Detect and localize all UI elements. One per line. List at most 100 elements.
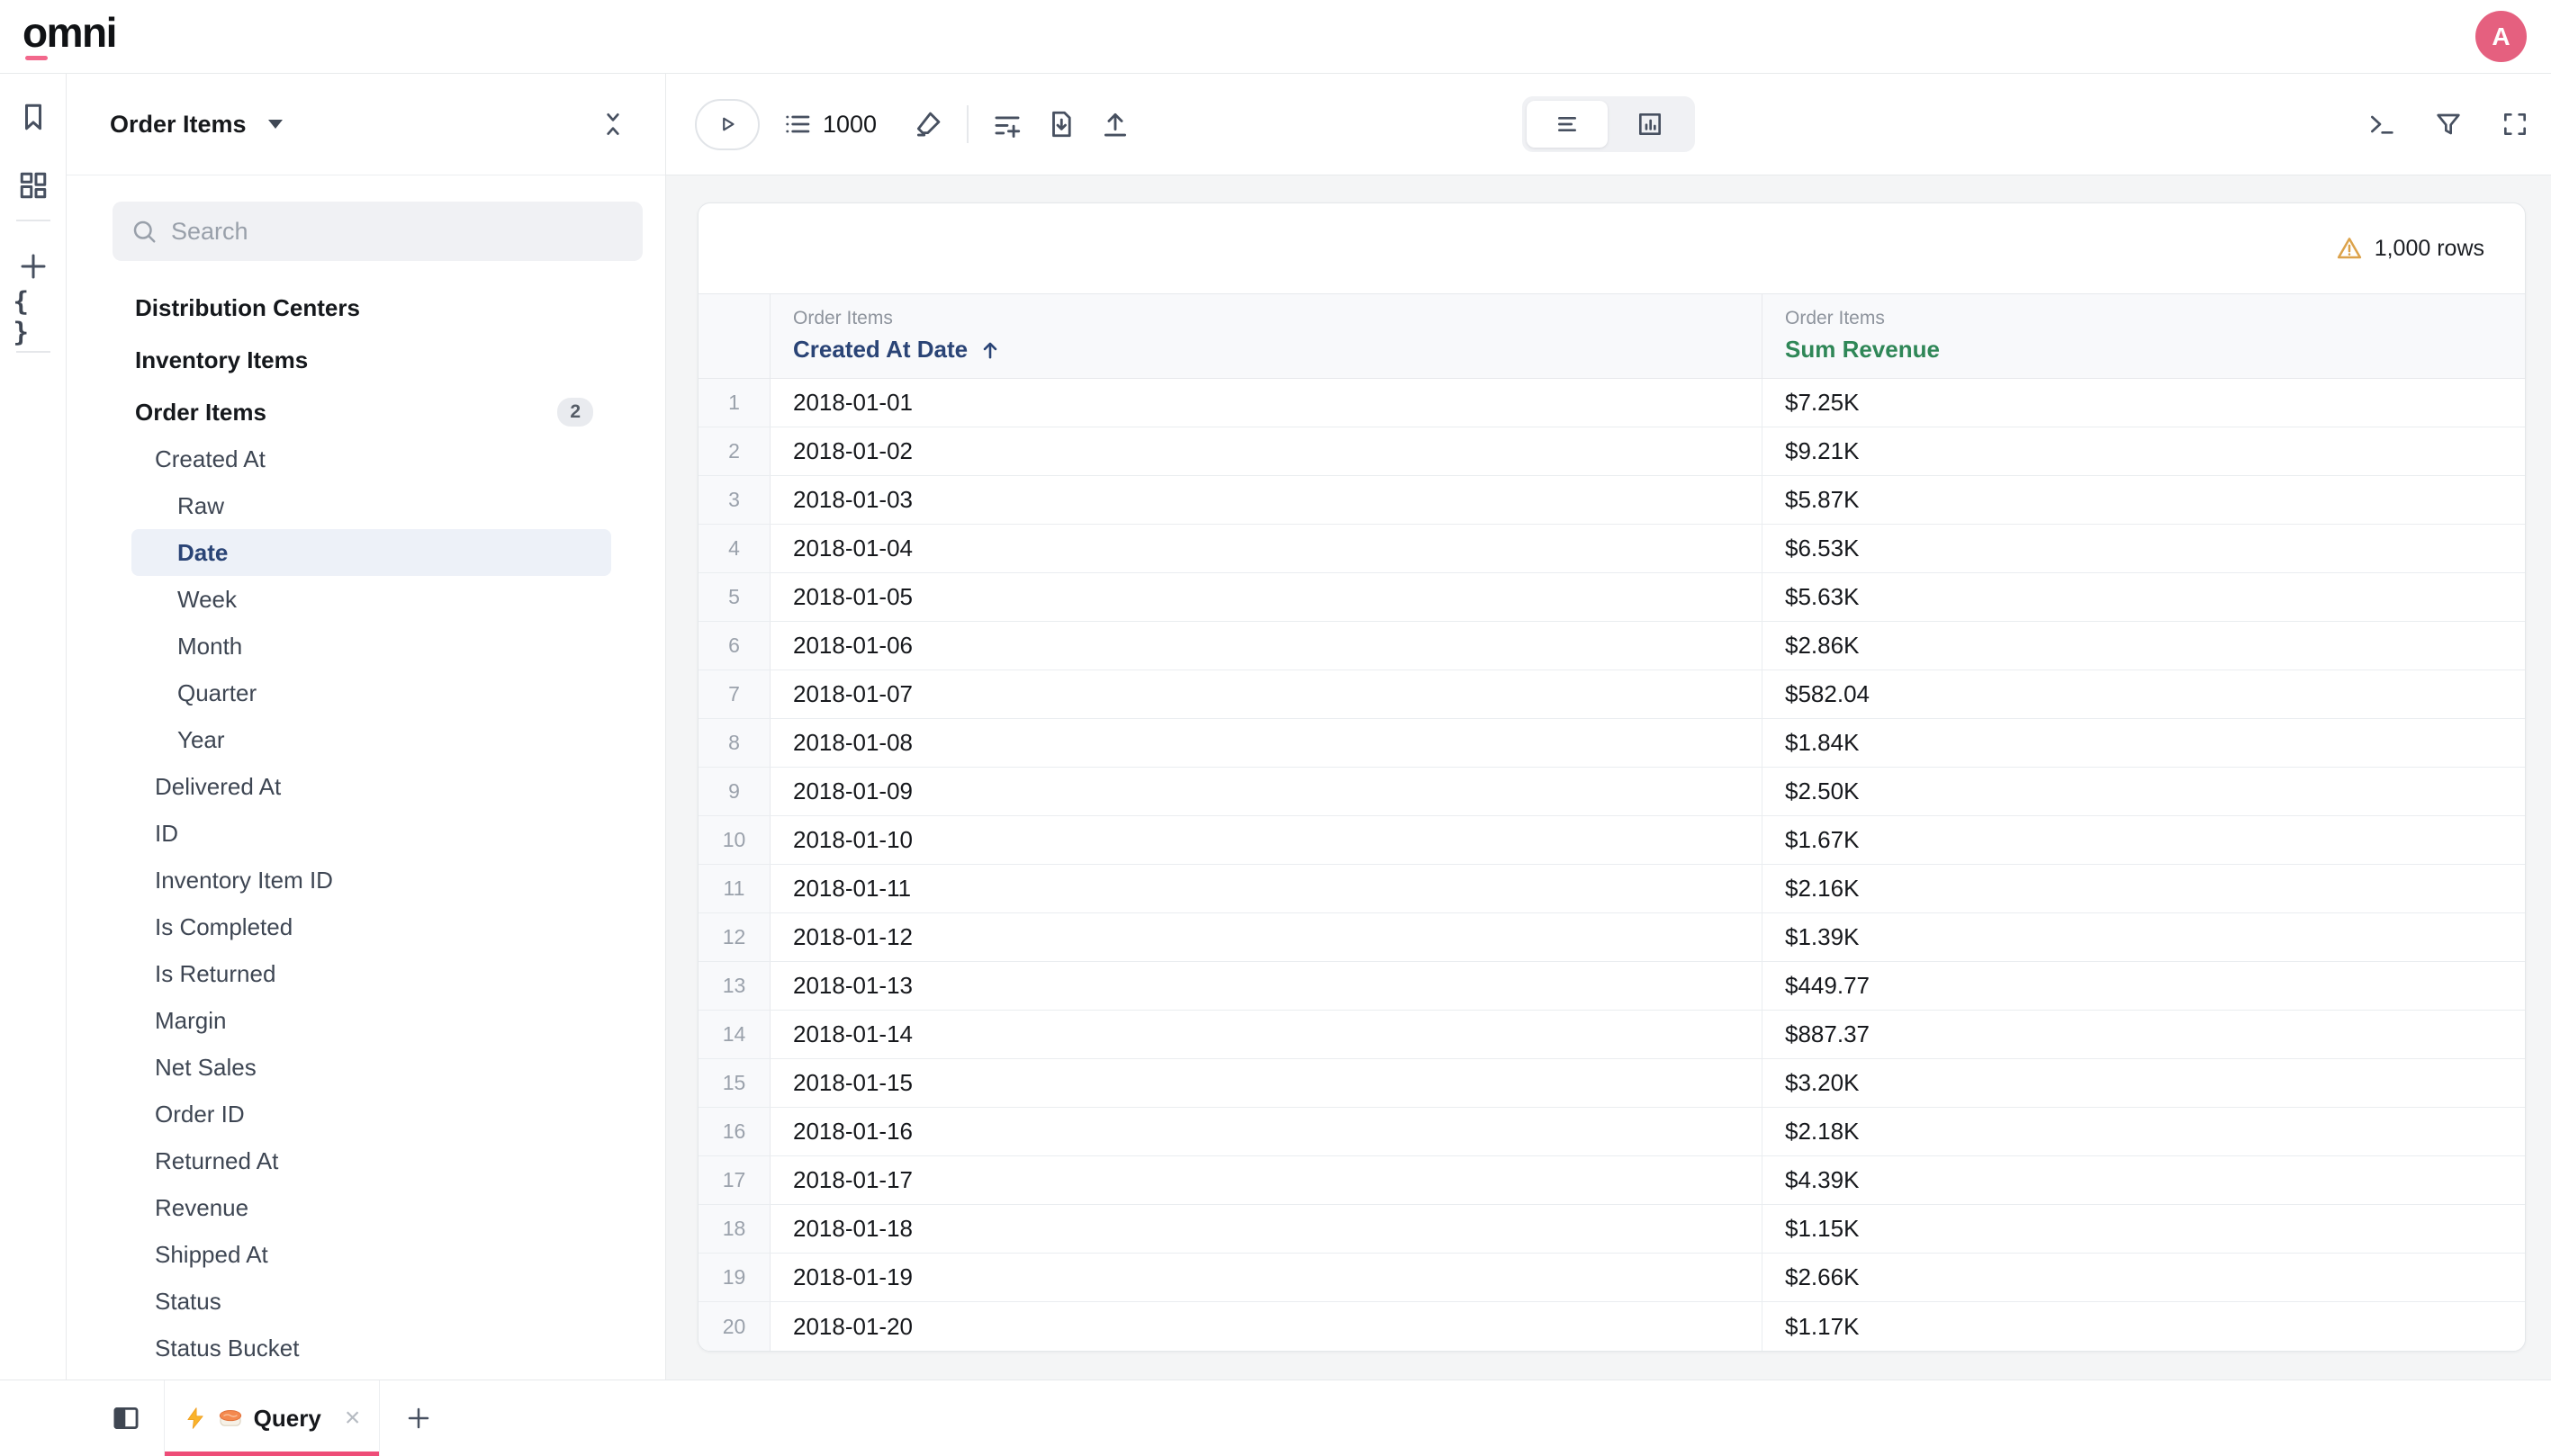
table-view-button[interactable] [1527, 101, 1608, 148]
sidebar-item-shipped-at[interactable]: Shipped At [131, 1231, 611, 1278]
sum-revenue-cell[interactable]: $2.16K [1762, 865, 2525, 912]
sum-revenue-cell[interactable]: $5.63K [1762, 573, 2525, 621]
column-header-created-at-date[interactable]: Order ItemsCreated At Date [771, 294, 1762, 378]
sidebar-item-is-returned[interactable]: Is Returned [131, 950, 611, 997]
sum-revenue-cell[interactable]: $2.66K [1762, 1254, 2525, 1301]
sum-revenue-cell[interactable]: $1.39K [1762, 913, 2525, 961]
omni-logo[interactable]: omni [23, 12, 116, 62]
sidebar-item-created-at[interactable]: Created At [131, 436, 611, 482]
created-at-date-cell[interactable]: 2018-01-18 [771, 1205, 1762, 1253]
sidebar-item-margin[interactable]: Margin [131, 997, 611, 1044]
created-at-date-cell[interactable]: 2018-01-05 [771, 573, 1762, 621]
sum-revenue-cell[interactable]: $9.21K [1762, 427, 2525, 475]
row-number-cell[interactable]: 8 [699, 719, 771, 767]
run-query-button[interactable] [695, 99, 760, 150]
sum-revenue-cell[interactable]: $1.17K [1762, 1302, 2525, 1351]
user-avatar[interactable]: A [2475, 11, 2527, 62]
sum-revenue-cell[interactable]: $1.84K [1762, 719, 2525, 767]
sum-revenue-cell[interactable]: $3.20K [1762, 1059, 2525, 1107]
created-at-date-cell[interactable]: 2018-01-20 [771, 1302, 1762, 1351]
sum-revenue-cell[interactable]: $2.50K [1762, 768, 2525, 815]
row-number-cell[interactable]: 4 [699, 525, 771, 572]
row-number-cell[interactable]: 19 [699, 1254, 771, 1301]
row-number-cell[interactable]: 7 [699, 670, 771, 718]
created-at-date-cell[interactable]: 2018-01-04 [771, 525, 1762, 572]
search-box[interactable] [113, 202, 643, 261]
row-limit-control[interactable]: 1000 [783, 110, 877, 139]
search-input[interactable] [171, 218, 625, 246]
created-at-date-cell[interactable]: 2018-01-01 [771, 379, 1762, 427]
created-at-date-cell[interactable]: 2018-01-02 [771, 427, 1762, 475]
sum-revenue-cell[interactable]: $582.04 [1762, 670, 2525, 718]
query-tab[interactable]: Query × [164, 1380, 380, 1456]
row-number-cell[interactable]: 11 [699, 865, 771, 912]
topic-selector[interactable]: Order Items [110, 111, 283, 139]
created-at-date-cell[interactable]: 2018-01-14 [771, 1011, 1762, 1058]
created-at-date-cell[interactable]: 2018-01-08 [771, 719, 1762, 767]
sum-revenue-cell[interactable]: $7.25K [1762, 379, 2525, 427]
created-at-date-cell[interactable]: 2018-01-12 [771, 913, 1762, 961]
filters-button[interactable] [2434, 110, 2463, 139]
created-at-date-cell[interactable]: 2018-01-09 [771, 768, 1762, 815]
sidebar-item-month[interactable]: Month [131, 623, 611, 670]
add-filter-button[interactable] [992, 109, 1023, 139]
sidebar-item-year[interactable]: Year [131, 716, 611, 763]
sum-revenue-cell[interactable]: $2.86K [1762, 622, 2525, 670]
row-number-cell[interactable]: 10 [699, 816, 771, 864]
row-number-cell[interactable]: 17 [699, 1156, 771, 1204]
created-at-date-cell[interactable]: 2018-01-10 [771, 816, 1762, 864]
column-header-sum-revenue[interactable]: Order ItemsSum Revenue [1762, 294, 2525, 378]
clear-query-button[interactable] [913, 109, 943, 139]
row-count-badge[interactable]: 1,000 rows [2336, 235, 2484, 262]
sidebar-item-distribution-centers[interactable]: Distribution Centers [131, 284, 611, 331]
row-number-cell[interactable]: 15 [699, 1059, 771, 1107]
sum-revenue-cell[interactable]: $449.77 [1762, 962, 2525, 1010]
row-number-cell[interactable]: 5 [699, 573, 771, 621]
sidebar-item-status[interactable]: Status [131, 1278, 611, 1325]
created-at-date-cell[interactable]: 2018-01-15 [771, 1059, 1762, 1107]
sum-revenue-cell[interactable]: $2.18K [1762, 1108, 2525, 1155]
created-at-date-cell[interactable]: 2018-01-11 [771, 865, 1762, 912]
row-number-cell[interactable]: 14 [699, 1011, 771, 1058]
row-number-cell[interactable]: 13 [699, 962, 771, 1010]
created-at-date-cell[interactable]: 2018-01-17 [771, 1156, 1762, 1204]
new-tab-button[interactable] [405, 1405, 432, 1432]
created-at-date-cell[interactable]: 2018-01-06 [771, 622, 1762, 670]
plus-icon[interactable] [14, 247, 53, 286]
created-at-date-cell[interactable]: 2018-01-13 [771, 962, 1762, 1010]
row-number-cell[interactable]: 6 [699, 622, 771, 670]
row-number-cell[interactable]: 12 [699, 913, 771, 961]
sum-revenue-cell[interactable]: $1.15K [1762, 1205, 2525, 1253]
sidebar-item-raw[interactable]: Raw [131, 482, 611, 529]
created-at-date-cell[interactable]: 2018-01-16 [771, 1108, 1762, 1155]
created-at-date-cell[interactable]: 2018-01-19 [771, 1254, 1762, 1301]
dashboard-icon[interactable] [14, 166, 53, 205]
sidebar-item-inventory-item-id[interactable]: Inventory Item ID [131, 857, 611, 903]
sum-revenue-cell[interactable]: $1.67K [1762, 816, 2525, 864]
sidebar-item-is-completed[interactable]: Is Completed [131, 903, 611, 950]
sidebar-item-date[interactable]: Date [131, 529, 611, 576]
sidebar-item-order-items[interactable]: Order Items2 [131, 389, 611, 436]
row-number-cell[interactable]: 1 [699, 379, 771, 427]
chart-view-button[interactable] [1609, 101, 1690, 148]
sidebar-item-delivered-at[interactable]: Delivered At [131, 763, 611, 810]
row-number-cell[interactable]: 3 [699, 476, 771, 524]
row-number-cell[interactable]: 20 [699, 1302, 771, 1351]
sidebar-item-id[interactable]: ID [131, 810, 611, 857]
fullscreen-button[interactable] [2501, 110, 2529, 139]
toggle-sidebar-button[interactable] [111, 1403, 141, 1434]
share-query-button[interactable] [1100, 109, 1131, 139]
sidebar-item-order-id[interactable]: Order ID [131, 1091, 611, 1137]
close-tab-icon[interactable]: × [345, 1405, 361, 1432]
download-results-button[interactable] [1046, 109, 1077, 139]
sum-revenue-cell[interactable]: $887.37 [1762, 1011, 2525, 1058]
sidebar-item-inventory-items[interactable]: Inventory Items [131, 337, 611, 383]
sidebar-item-returned-at[interactable]: Returned At [131, 1137, 611, 1184]
sum-revenue-cell[interactable]: $5.87K [1762, 476, 2525, 524]
collapse-panel-icon[interactable] [599, 110, 627, 139]
braces-icon[interactable]: { } [14, 297, 53, 337]
row-number-cell[interactable]: 18 [699, 1205, 771, 1253]
row-number-cell[interactable]: 9 [699, 768, 771, 815]
bookmark-icon[interactable] [14, 97, 53, 137]
sum-revenue-cell[interactable]: $4.39K [1762, 1156, 2525, 1204]
